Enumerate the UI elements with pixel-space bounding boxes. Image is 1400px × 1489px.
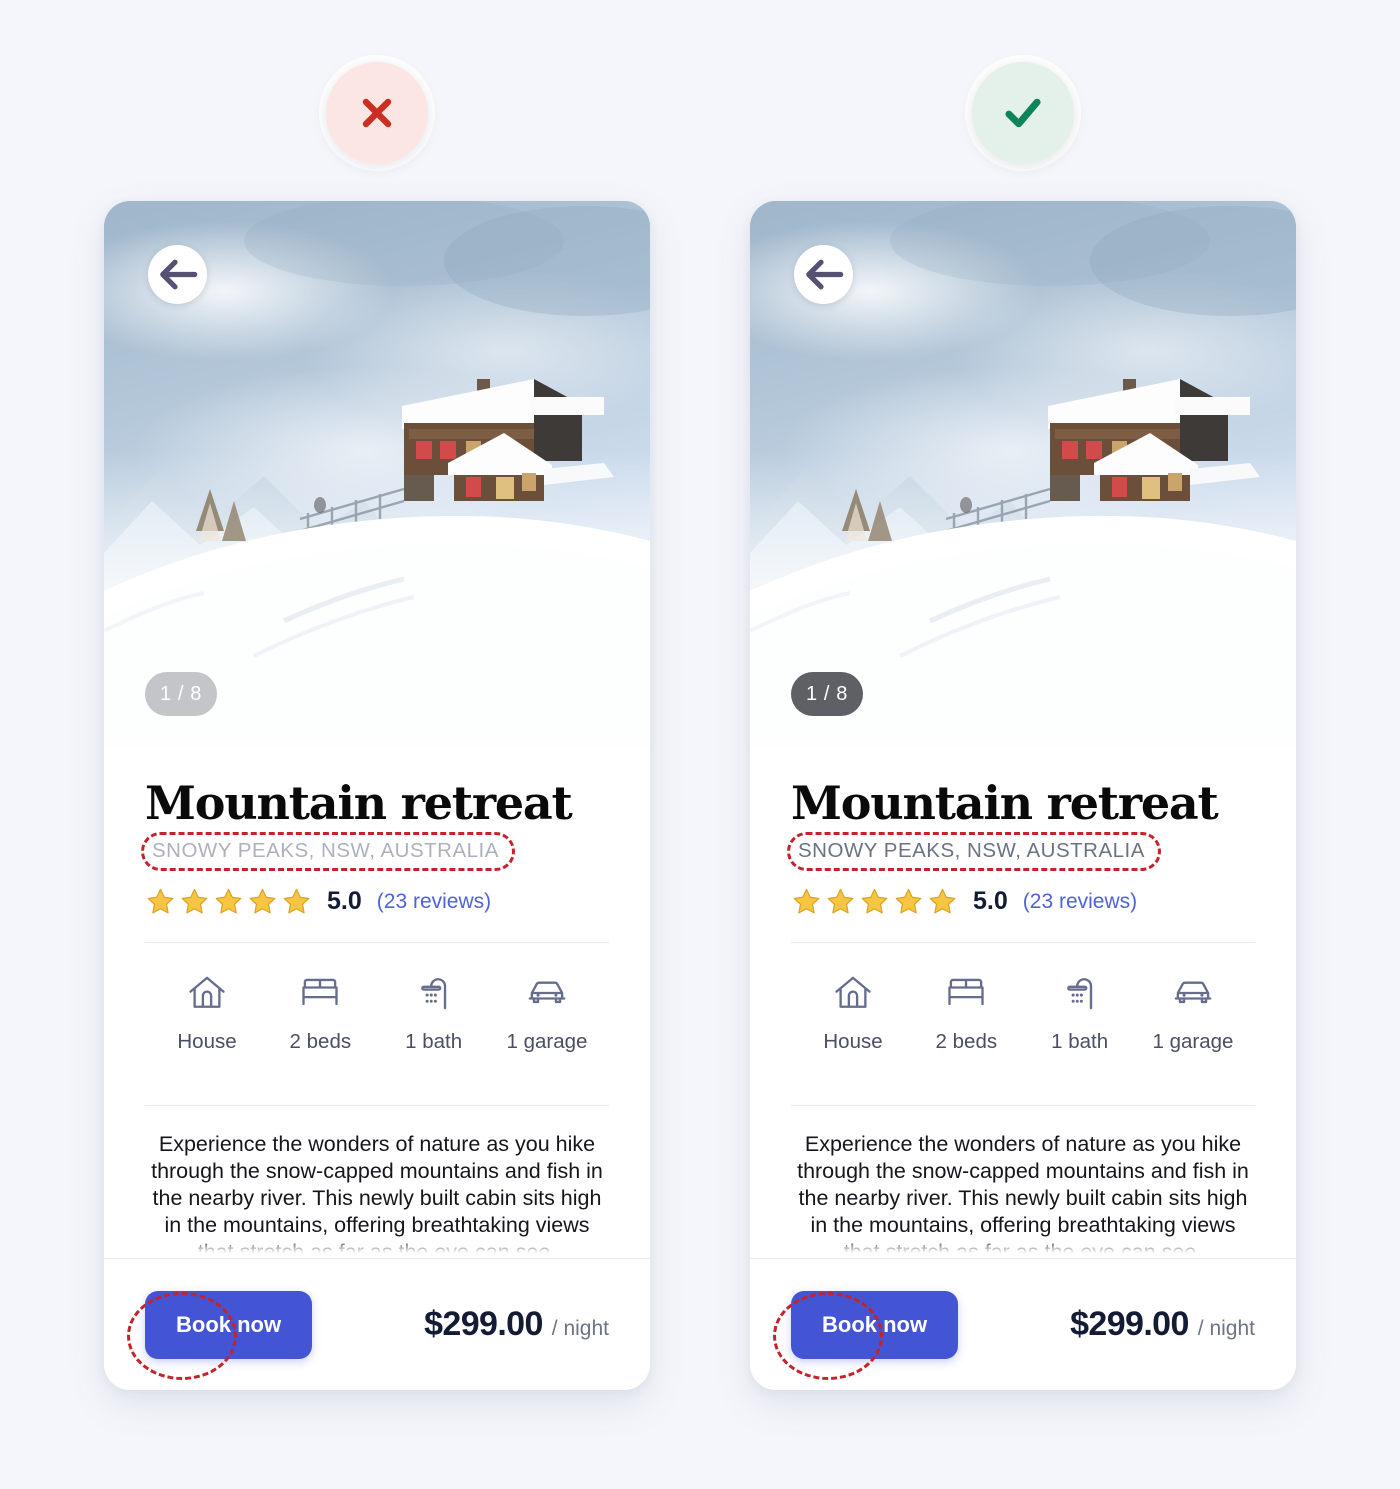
description: Experience the wonders of nature as you … bbox=[791, 1131, 1255, 1258]
comparison-stage: 1 / 8 Mountain retreat SNOWY PEAKS, NSW,… bbox=[0, 0, 1400, 1489]
back-button[interactable] bbox=[794, 245, 853, 304]
feature-label: House bbox=[177, 1030, 237, 1054]
cross-icon bbox=[362, 98, 392, 128]
location-wrap: SNOWY PEAKS, NSW, AUSTRALIA bbox=[141, 832, 515, 872]
star-icon bbox=[147, 889, 174, 914]
feature-bath: 1 bath bbox=[1024, 971, 1136, 1054]
page-title: Mountain retreat bbox=[791, 776, 1219, 830]
star-icon bbox=[895, 889, 922, 914]
bed-icon bbox=[302, 979, 338, 1006]
star-icon bbox=[283, 889, 310, 914]
description: Experience the wonders of nature as you … bbox=[145, 1131, 609, 1258]
verdict-badge-pass bbox=[972, 62, 1074, 164]
arrow-left-icon bbox=[160, 259, 198, 290]
house-icon bbox=[835, 977, 871, 1009]
feature-beds: 2 beds bbox=[264, 971, 376, 1054]
location-wrap: SNOWY PEAKS, NSW, AUSTRALIA bbox=[787, 832, 1161, 872]
feature-label: 1 bath bbox=[1051, 1030, 1109, 1054]
listing-card-bad: 1 / 8 Mountain retreat SNOWY PEAKS, NSW,… bbox=[104, 201, 650, 1390]
star-icon bbox=[793, 889, 820, 914]
price-amount: $299.00 bbox=[424, 1305, 543, 1343]
feature-house: House bbox=[797, 971, 909, 1054]
bed-icon bbox=[948, 979, 984, 1006]
rating-score: 5.0 bbox=[973, 887, 1008, 916]
shower-icon bbox=[420, 978, 446, 1010]
star-icon bbox=[181, 889, 208, 914]
location-text: SNOWY PEAKS, NSW, AUSTRALIA bbox=[798, 839, 1145, 863]
feature-label: House bbox=[823, 1030, 883, 1054]
description-paragraph: Experience the wonders of nature as you … bbox=[151, 1132, 603, 1258]
variant-column-bad: 1 / 8 Mountain retreat SNOWY PEAKS, NSW,… bbox=[104, 62, 650, 1489]
features-row: House 2 beds 1 bath 1 garage bbox=[791, 943, 1255, 1080]
feature-garage: 1 garage bbox=[1137, 971, 1249, 1054]
feature-beds: 2 beds bbox=[910, 971, 1022, 1054]
sticky-footer: Book now $299.00 / night bbox=[104, 1258, 650, 1390]
feature-label: 1 garage bbox=[506, 1030, 588, 1054]
star-icon bbox=[215, 889, 242, 914]
page-title: Mountain retreat bbox=[145, 776, 573, 830]
car-icon bbox=[1174, 981, 1212, 1004]
star-icon bbox=[861, 889, 888, 914]
listing-body: Mountain retreat SNOWY PEAKS, NSW, AUSTR… bbox=[750, 746, 1296, 1258]
star-icon bbox=[249, 889, 276, 914]
star-rating bbox=[791, 886, 958, 917]
check-icon bbox=[1005, 98, 1041, 128]
star-icon bbox=[827, 889, 854, 914]
rating-row: 5.0 (23 reviews) bbox=[145, 886, 609, 917]
rating-score: 5.0 bbox=[327, 887, 362, 916]
arrow-left-icon bbox=[806, 259, 844, 290]
feature-label: 1 bath bbox=[405, 1030, 463, 1054]
verdict-badge-fail bbox=[326, 62, 428, 164]
house-icon bbox=[189, 977, 225, 1009]
listing-card-good: 1 / 8 Mountain retreat SNOWY PEAKS, NSW,… bbox=[750, 201, 1296, 1390]
photo-counter-badge[interactable]: 1 / 8 bbox=[145, 672, 217, 716]
shower-icon bbox=[1066, 978, 1092, 1010]
price-amount: $299.00 bbox=[1070, 1305, 1189, 1343]
sticky-footer: Book now $299.00 / night bbox=[750, 1258, 1296, 1390]
book-now-button[interactable]: Book now bbox=[145, 1290, 313, 1359]
variant-column-good: 1 / 8 Mountain retreat SNOWY PEAKS, NSW,… bbox=[750, 62, 1296, 1489]
book-now-button[interactable]: Book now bbox=[791, 1290, 959, 1359]
rating-row: 5.0 (23 reviews) bbox=[791, 886, 1255, 917]
features-row: House 2 beds 1 bath 1 garage bbox=[145, 943, 609, 1080]
price-block: $299.00 / night bbox=[424, 1305, 609, 1344]
feature-garage: 1 garage bbox=[491, 971, 603, 1054]
star-icon bbox=[929, 889, 956, 914]
reviews-link[interactable]: (23 reviews) bbox=[1023, 890, 1137, 914]
divider bbox=[791, 1105, 1255, 1107]
reviews-link[interactable]: (23 reviews) bbox=[377, 890, 491, 914]
location-text: SNOWY PEAKS, NSW, AUSTRALIA bbox=[152, 839, 499, 863]
car-icon bbox=[528, 981, 566, 1004]
hero-photo: 1 / 8 bbox=[104, 201, 650, 746]
back-button[interactable] bbox=[148, 245, 207, 304]
price-unit: / night bbox=[551, 1317, 609, 1340]
photo-counter-badge[interactable]: 1 / 8 bbox=[791, 672, 863, 716]
feature-house: House bbox=[151, 971, 263, 1054]
star-rating bbox=[145, 886, 312, 917]
listing-body: Mountain retreat SNOWY PEAKS, NSW, AUSTR… bbox=[104, 746, 650, 1258]
feature-bath: 1 bath bbox=[378, 971, 490, 1054]
description-paragraph: Experience the wonders of nature as you … bbox=[797, 1132, 1249, 1258]
price-unit: / night bbox=[1197, 1317, 1255, 1340]
feature-label: 2 beds bbox=[289, 1030, 352, 1054]
hero-photo: 1 / 8 bbox=[750, 201, 1296, 746]
feature-label: 2 beds bbox=[935, 1030, 998, 1054]
feature-label: 1 garage bbox=[1152, 1030, 1234, 1054]
divider bbox=[145, 1105, 609, 1107]
price-block: $299.00 / night bbox=[1070, 1305, 1255, 1344]
